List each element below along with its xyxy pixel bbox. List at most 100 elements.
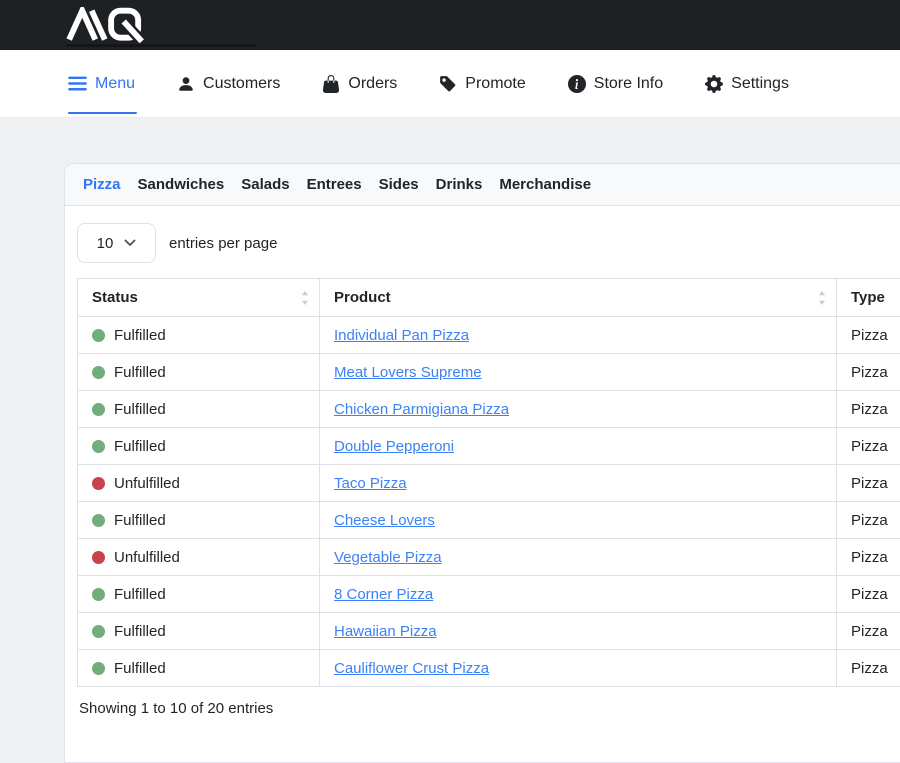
status-dot-icon [92,329,105,342]
status-dot-icon [92,477,105,490]
product-cell: Hawaiian Pizza [320,613,837,650]
product-cell: 8 Corner Pizza [320,576,837,613]
menu-admin-page: { "colors": { "accent_blue": "#3276f5", … [0,0,900,708]
type-cell: Pizza [837,650,900,687]
table-row: Fulfilled Chicken Parmigiana Pizza Pizza [78,391,900,428]
person-icon [177,75,195,93]
product-cell: Vegetable Pizza [320,539,837,576]
table-row: Fulfilled Meat Lovers Supreme Pizza [78,354,900,391]
status-cell: Fulfilled [78,502,320,539]
tab-entrees[interactable]: Entrees [307,176,362,193]
entries-per-page-label: entries per page [169,235,277,252]
card-body: 10 entries per page Status [65,206,900,717]
hamburger-icon [68,76,87,91]
product-link[interactable]: Cheese Lovers [334,512,435,529]
status-label: Fulfilled [114,438,166,455]
product-link[interactable]: 8 Corner Pizza [334,586,433,603]
tab-sides[interactable]: Sides [379,176,419,193]
product-link[interactable]: Meat Lovers Supreme [334,364,482,381]
status-cell: Fulfilled [78,391,320,428]
product-link[interactable]: Chicken Parmigiana Pizza [334,401,509,418]
column-header-product[interactable]: Product [320,279,837,317]
nav-item-customers[interactable]: Customers [177,50,280,117]
column-header-type[interactable]: Type [837,279,900,317]
type-cell: Pizza [837,428,900,465]
product-link[interactable]: Individual Pan Pizza [334,327,469,344]
status-cell: Fulfilled [78,650,320,687]
sort-icon[interactable] [301,291,309,305]
entries-per-page-select[interactable]: 10 [77,223,156,263]
product-link[interactable]: Double Pepperoni [334,438,454,455]
tab-drinks[interactable]: Drinks [436,176,483,193]
column-label: Product [334,289,391,306]
tab-salads[interactable]: Salads [241,176,289,193]
status-label: Fulfilled [114,364,166,381]
status-label: Fulfilled [114,660,166,677]
tab-pizza[interactable]: Pizza [83,176,121,193]
type-cell: Pizza [837,539,900,576]
table-row: Fulfilled Hawaiian Pizza Pizza [78,613,900,650]
entries-per-page-row: 10 entries per page [77,223,900,263]
tab-sandwiches[interactable]: Sandwiches [138,176,225,193]
product-link[interactable]: Taco Pizza [334,475,407,492]
product-cell: Meat Lovers Supreme [320,354,837,391]
nav-item-store-info[interactable]: Store Info [568,50,663,117]
status-dot-icon [92,440,105,453]
main-navbar: Menu Customers Orders Promote Store Info… [0,50,900,118]
gear-icon [705,75,723,93]
status-cell: Unfulfilled [78,465,320,502]
product-cell: Double Pepperoni [320,428,837,465]
category-tabbar: Pizza Sandwiches Salads Entrees Sides Dr… [65,164,900,206]
table-row: Fulfilled 8 Corner Pizza Pizza [78,576,900,613]
status-cell: Fulfilled [78,613,320,650]
nav-item-orders[interactable]: Orders [322,50,397,117]
nav-label: Menu [95,75,135,93]
status-dot-icon [92,625,105,638]
type-cell: Pizza [837,317,900,354]
status-label: Fulfilled [114,401,166,418]
table-row: Unfulfilled Taco Pizza Pizza [78,465,900,502]
nav-label: Promote [465,75,525,93]
product-link[interactable]: Cauliflower Crust Pizza [334,660,489,677]
product-link[interactable]: Vegetable Pizza [334,549,442,566]
nav-item-promote[interactable]: Promote [439,50,525,117]
product-cell: Taco Pizza [320,465,837,502]
column-header-status[interactable]: Status [78,279,320,317]
product-link[interactable]: Hawaiian Pizza [334,623,437,640]
type-cell: Pizza [837,613,900,650]
tag-icon [439,75,457,93]
product-cell: Chicken Parmigiana Pizza [320,391,837,428]
type-cell: Pizza [837,502,900,539]
status-cell: Fulfilled [78,317,320,354]
table-row: Fulfilled Cauliflower Crust Pizza Pizza [78,650,900,687]
menu-card: Pizza Sandwiches Salads Entrees Sides Dr… [64,163,900,763]
status-cell: Fulfilled [78,428,320,465]
product-cell: Cheese Lovers [320,502,837,539]
products-table: Status Product [77,278,900,687]
info-circle-icon [568,75,586,93]
status-dot-icon [92,514,105,527]
status-cell: Unfulfilled [78,539,320,576]
status-label: Fulfilled [114,512,166,529]
logo-underline-strip [66,44,256,47]
status-dot-icon [92,551,105,564]
status-dot-icon [92,366,105,379]
status-cell: Fulfilled [78,354,320,391]
status-dot-icon [92,662,105,675]
nav-item-settings[interactable]: Settings [705,50,789,117]
status-label: Fulfilled [114,586,166,603]
nav-label: Store Info [594,75,663,93]
tab-merchandise[interactable]: Merchandise [499,176,591,193]
nav-item-menu[interactable]: Menu [68,50,135,117]
nav-label: Settings [731,75,789,93]
table-row: Fulfilled Individual Pan Pizza Pizza [78,317,900,354]
column-label: Type [851,289,885,306]
sort-icon[interactable] [818,291,826,305]
table-body: Fulfilled Individual Pan Pizza Pizza Ful… [78,317,900,687]
aiq-logo[interactable] [66,7,158,45]
entries-per-page-value: 10 [97,235,114,252]
status-label: Fulfilled [114,623,166,640]
type-cell: Pizza [837,576,900,613]
table-row: Unfulfilled Vegetable Pizza Pizza [78,539,900,576]
chevron-down-icon [124,239,136,247]
